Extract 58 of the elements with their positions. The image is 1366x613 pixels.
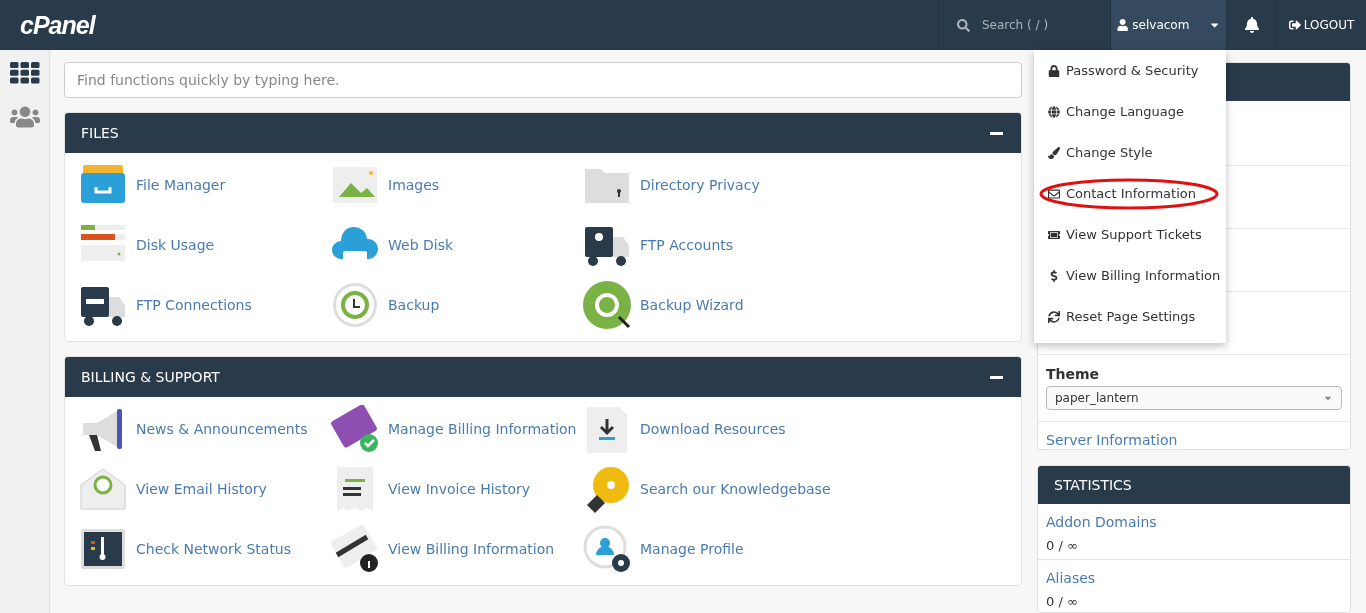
server-information-link[interactable]: Server Information: [1046, 432, 1342, 448]
collapse-icon[interactable]: [990, 375, 1003, 379]
panel-title: STATISTICS: [1054, 477, 1132, 494]
menu-item-icon: [1048, 310, 1060, 323]
menu-item[interactable]: View Support Tickets: [1034, 214, 1226, 255]
function-link[interactable]: FTP Connections: [79, 281, 331, 329]
function-link[interactable]: File Manager: [79, 161, 331, 209]
menu-item-icon: [1048, 187, 1060, 200]
stat-value: 0 / ∞: [1046, 594, 1079, 610]
function-link[interactable]: Manage Profile: [583, 525, 835, 573]
function-link[interactable]: Manage Billing Information: [331, 405, 583, 453]
menu-item-icon: [1048, 269, 1060, 282]
function-link[interactable]: Directory Privacy: [583, 161, 835, 209]
credit-card-icon: [331, 405, 379, 453]
menu-item[interactable]: Password & Security: [1034, 50, 1226, 91]
function-link[interactable]: View Billing Information: [331, 525, 583, 573]
search-icon: [957, 18, 970, 32]
function-link[interactable]: View Email History: [79, 465, 331, 513]
menu-item-icon: [1048, 105, 1060, 118]
menu-item[interactable]: Change Language: [1034, 91, 1226, 132]
stat-value: 0 / ∞: [1046, 538, 1079, 554]
stat-link[interactable]: Aliases: [1046, 570, 1342, 587]
collapse-icon[interactable]: [990, 131, 1003, 135]
menu-item[interactable]: View Billing Information: [1034, 255, 1226, 296]
section-title: BILLING & SUPPORT: [81, 369, 220, 385]
logout-icon: [1288, 19, 1301, 31]
function-link[interactable]: Images: [331, 161, 583, 209]
menu-item[interactable]: Contact Information: [1034, 173, 1226, 214]
function-link[interactable]: Web Disk: [331, 221, 583, 269]
card-info-icon: [331, 525, 379, 573]
logout-button[interactable]: LOGOUT: [1276, 0, 1366, 50]
function-link[interactable]: Backup: [331, 281, 583, 329]
grid-icon[interactable]: [9, 62, 40, 84]
menu-item[interactable]: Change Style: [1034, 132, 1226, 173]
theme-select[interactable]: paper_lantern: [1046, 386, 1342, 410]
menu-item-icon: [1048, 64, 1060, 77]
bell-icon: [1243, 17, 1260, 33]
stat-link[interactable]: Addon Domains: [1046, 514, 1342, 531]
function-search-field[interactable]: Find functions quickly by typing here.: [64, 62, 1022, 98]
function-link[interactable]: Disk Usage: [79, 221, 331, 269]
clock-icon: [331, 281, 379, 329]
function-link[interactable]: Backup Wizard: [583, 281, 835, 329]
function-link[interactable]: View Invoice History: [331, 465, 583, 513]
theme-label: Theme: [1046, 366, 1101, 382]
search-placeholder[interactable]: Search ( / ): [982, 18, 1049, 32]
user-icon: [1117, 19, 1129, 31]
cpanel-logo[interactable]: cPanel: [20, 10, 95, 40]
menu-item-icon: [1048, 228, 1060, 241]
function-link[interactable]: FTP Accounts: [583, 221, 835, 269]
menu-item[interactable]: Reset Page Settings: [1034, 296, 1226, 337]
function-link[interactable]: Search our Knowledgebase: [583, 465, 835, 513]
function-link[interactable]: Check Network Status: [79, 525, 331, 573]
function-link[interactable]: Download Resources: [583, 405, 835, 453]
menu-item-icon: [1048, 146, 1060, 159]
section-title: FILES: [81, 125, 119, 141]
profile-gear-icon: [583, 525, 631, 573]
user-menu-button[interactable]: selvacom: [1110, 0, 1226, 50]
function-link[interactable]: News & Announcements: [79, 405, 331, 453]
